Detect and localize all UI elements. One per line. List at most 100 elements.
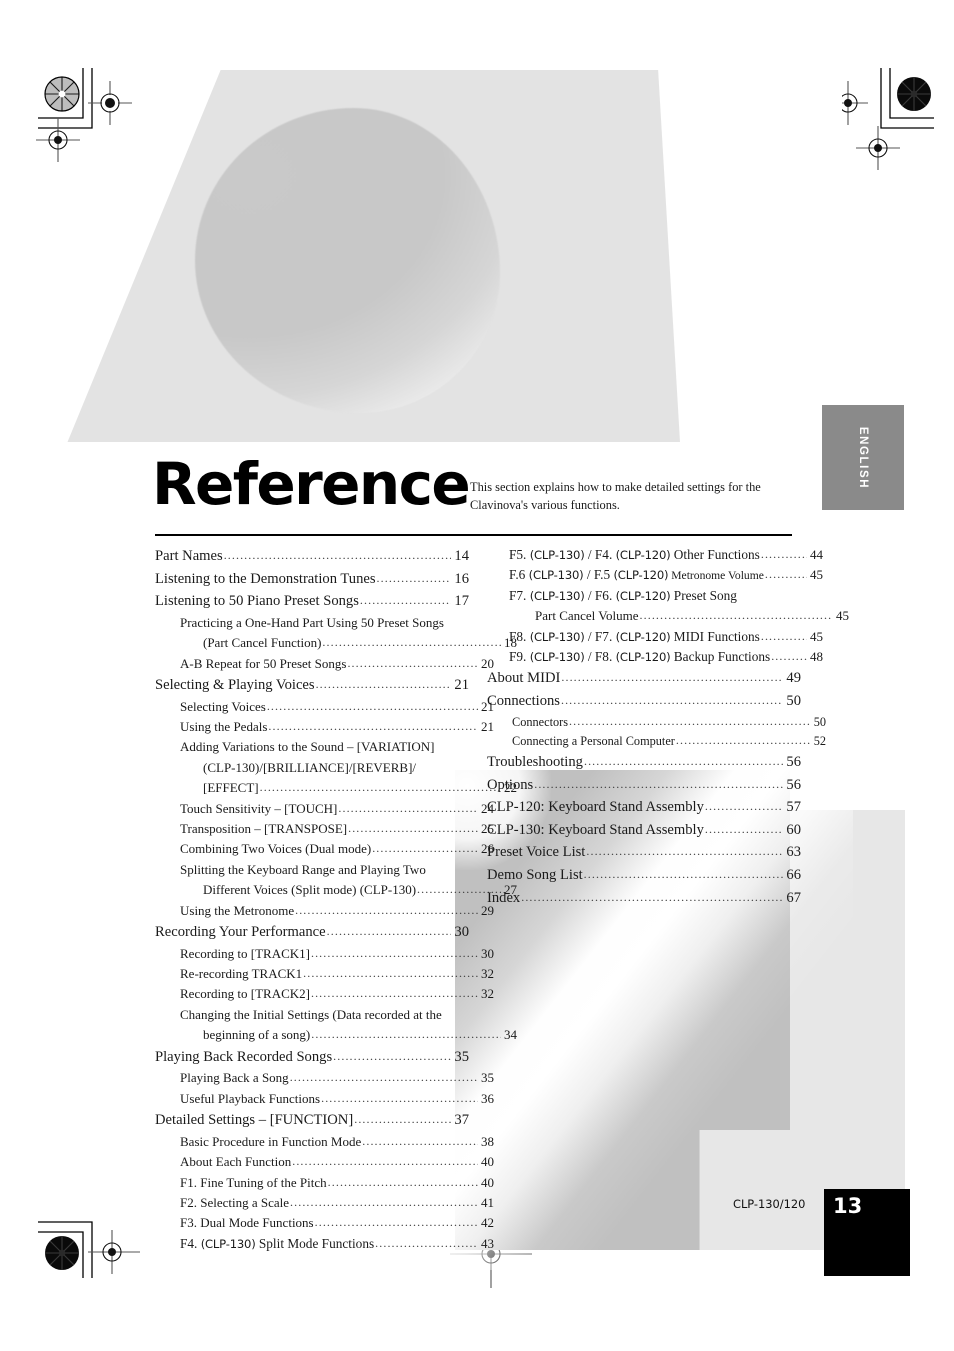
toc-entry-label: Part Cancel Volume — [535, 608, 639, 624]
toc-entry[interactable]: Basic Procedure in Function Mode 38 — [155, 1132, 494, 1152]
toc-entry[interactable]: About MIDI 49 — [487, 667, 801, 690]
toc-entry[interactable]: Transposition – [TRANSPOSE]25 — [155, 819, 494, 839]
toc-entry-text: F9. — [509, 649, 530, 665]
toc-entry[interactable]: Connecting a Personal Computer 52 — [487, 732, 826, 751]
toc-entry[interactable]: Index 67 — [487, 887, 801, 910]
toc-page-number: 32 — [481, 966, 494, 982]
toc-entry[interactable]: (Part Cancel Function)18 — [155, 633, 517, 653]
toc-entry[interactable]: Connections 50 — [487, 690, 801, 713]
toc-entry-label: F.6 (CLP-130) / F.5 (CLP-120) Metronome … — [509, 565, 764, 585]
toc-entry-label: Useful Playback Functions — [180, 1090, 321, 1106]
toc-entry[interactable]: Listening to 50 Piano Preset Songs 17 — [155, 590, 469, 613]
toc-leader-dots — [311, 944, 478, 963]
toc-entry[interactable]: Selecting & Playing Voices 21 — [155, 674, 469, 697]
toc-entry[interactable]: Using the Pedals21 — [155, 717, 494, 737]
toc-entry-label: Troubleshooting — [487, 754, 583, 771]
model-badge: (CLP-130) — [529, 588, 585, 603]
toc-entry[interactable]: F8. (CLP-130) / F7. (CLP-120) MIDI Funct… — [487, 627, 823, 647]
toc-leader-dots — [328, 1173, 478, 1192]
toc-leader-dots — [375, 1234, 478, 1253]
toc-leader-dots — [338, 799, 478, 818]
toc-entry[interactable]: Part Names 14 — [155, 545, 469, 568]
toc-entry-label: Adding Variations to the Sound – [VARIAT… — [180, 739, 435, 755]
toc-leader-dots — [348, 819, 478, 838]
toc-page-number: 14 — [454, 548, 469, 564]
toc-entry-label: Part Names — [155, 548, 223, 564]
toc-leader-dots — [333, 1045, 451, 1068]
crosshair-target-icon-2 — [856, 126, 900, 170]
toc-entry[interactable]: Selecting Voices21 — [155, 697, 494, 717]
toc-entry[interactable]: Touch Sensitivity – [TOUCH]24 — [155, 799, 494, 819]
toc-entry[interactable]: Demo Song List 66 — [487, 864, 801, 887]
toc-leader-dots — [705, 818, 784, 841]
toc-entry[interactable]: A-B Repeat for 50 Preset Songs20 — [155, 654, 494, 674]
toc-entry[interactable]: Options 56 — [487, 774, 801, 797]
toc-entry[interactable]: Preset Voice List 63 — [487, 841, 801, 864]
toc-entry[interactable]: (CLP-130)/[BRILLIANCE]/[REVERB]/ — [155, 758, 517, 778]
toc-entry[interactable]: Part Cancel Volume 45 — [487, 606, 849, 626]
toc-page-number: 43 — [481, 1235, 494, 1251]
toc-entry-label: About MIDI — [487, 670, 561, 687]
toc-entry[interactable]: Adding Variations to the Sound – [VARIAT… — [155, 737, 494, 757]
toc-entry-label: Listening to the Demonstration Tunes — [155, 570, 376, 587]
document-page: ENGLISH Reference This section explains … — [0, 0, 954, 1351]
toc-page-number: 17 — [454, 593, 469, 610]
toc-entry[interactable]: F1. Fine Tuning of the Pitch 40 — [155, 1173, 494, 1193]
toc-entry-text: MIDI Functions — [670, 628, 760, 644]
toc-leader-dots — [292, 1152, 478, 1171]
toc-entry-label: Connecting a Personal Computer — [512, 733, 675, 748]
toc-entry-text: F5. — [509, 547, 530, 562]
toc-entry-label: A-B Repeat for 50 Preset Songs — [180, 655, 347, 671]
toc-page-number: 37 — [454, 1112, 469, 1129]
toc-entry[interactable]: Playing Back a Song 35 — [155, 1068, 494, 1088]
toc-column-left: Part Names 14 Listening to the Demonstrati… — [155, 545, 517, 1254]
toc-entry[interactable]: Practicing a One-Hand Part Using 50 Pres… — [155, 613, 494, 633]
toc-entry[interactable]: F9. (CLP-130) / F8. (CLP-120) Backup Fun… — [487, 647, 823, 667]
registration-mark-bottom-left — [28, 1218, 148, 1328]
toc-entry[interactable]: F3. Dual Mode Functions 42 — [155, 1213, 494, 1233]
toc-entry[interactable]: CLP-120: Keyboard Stand Assembly 57 — [487, 796, 801, 819]
toc-entry[interactable]: Different Voices (Split mode) (CLP-130)2… — [155, 880, 517, 900]
toc-entry-label: Selecting & Playing Voices — [155, 677, 315, 693]
toc-entry[interactable]: Combining Two Voices (Dual mode)26 — [155, 839, 494, 859]
toc-entry[interactable]: About Each Function 40 — [155, 1152, 494, 1172]
toc-entry[interactable]: Detailed Settings – [FUNCTION] 37 — [155, 1109, 469, 1132]
toc-entry-text: Other Functions — [670, 547, 760, 562]
toc-entry[interactable]: Recording to [TRACK2] 32 — [155, 984, 494, 1004]
toc-entry[interactable]: F4. (CLP-130) Split Mode Functions 43 — [155, 1234, 494, 1254]
toc-entry[interactable]: Troubleshooting 56 — [487, 751, 801, 774]
toc-entry[interactable]: Re-recording TRACK1 32 — [155, 964, 494, 984]
toc-entry[interactable]: beginning of a song) 34 — [155, 1025, 517, 1045]
toc-entry[interactable]: Useful Playback Functions 36 — [155, 1089, 494, 1109]
crosshair-target-icon — [842, 81, 868, 125]
toc-leader-dots — [290, 1193, 478, 1212]
page-intro-text: This section explains how to make detail… — [470, 480, 761, 512]
toc-entry-label: About Each Function — [180, 1154, 292, 1170]
toc-entry-label: F9. (CLP-130) / F8. (CLP-120) Backup Fun… — [509, 647, 770, 667]
toc-leader-dots — [327, 920, 452, 943]
toc-entry[interactable]: Using the Metronome29 — [155, 901, 494, 921]
toc-entry[interactable]: F5. (CLP-130) / F4. (CLP-120) Other Func… — [487, 545, 823, 565]
toc-entry-label: CLP-120: Keyboard Stand Assembly — [487, 799, 704, 816]
language-tab-english: ENGLISH — [822, 405, 904, 510]
toc-entry[interactable]: Playing Back Recorded Songs 35 — [155, 1046, 469, 1069]
toc-entry[interactable]: Connectors 50 — [487, 713, 826, 732]
model-badge: (CLP-130) — [200, 1236, 256, 1251]
toc-entry[interactable]: F.6 (CLP-130) / F.5 (CLP-120) Metronome … — [487, 565, 823, 585]
toc-entry[interactable]: Changing the Initial Settings (Data reco… — [155, 1005, 494, 1025]
toc-leader-dots — [561, 689, 783, 712]
toc-leader-dots — [521, 886, 783, 909]
toc-entry[interactable]: Listening to the Demonstration Tunes 16 — [155, 568, 469, 591]
toc-leader-dots — [303, 964, 478, 983]
toc-page-number: 16 — [454, 570, 469, 587]
toc-entry-label: Recording to [TRACK1] — [180, 945, 310, 961]
toc-entry[interactable]: Splitting the Keyboard Range and Playing… — [155, 860, 494, 880]
toc-entry[interactable]: CLP-130: Keyboard Stand Assembly 60 — [487, 819, 801, 842]
toc-page-number: 48 — [810, 649, 823, 665]
toc-entry[interactable]: Recording Your Performance 30 — [155, 921, 469, 944]
toc-entry[interactable]: F2. Selecting a Scale 41 — [155, 1193, 494, 1213]
toc-entry[interactable]: Recording to [TRACK1] 30 — [155, 944, 494, 964]
toc-entry[interactable]: [EFFECT]22 — [155, 778, 517, 798]
model-badge: (CLP-120) — [615, 650, 671, 665]
toc-entry[interactable]: F7. (CLP-130) / F6. (CLP-120) Preset Son… — [487, 586, 823, 606]
